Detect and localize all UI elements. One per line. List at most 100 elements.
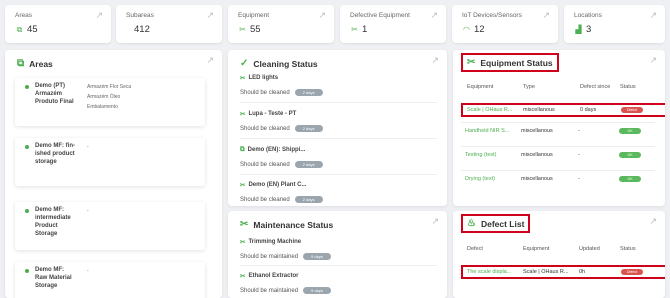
list-item[interactable]: ✂ Trimming Machine Should be maintained 9 … [240,238,445,260]
item-status: Should be cleaned [240,125,290,132]
area-card[interactable]: Demo MF: fin-ished product storage - [15,138,205,186]
area-name: Demo MF: Raw Material Storage [35,267,72,289]
defective-equipment-icon: ✂ [351,25,358,34]
stat-card-defective-equipment[interactable]: Defective Equipment ✂ 1 ↗ [340,5,446,43]
table-row[interactable]: Drying (test) miscellanous - OK [461,174,665,188]
days-pill: 9 days [303,253,331,260]
subarea-label: - [87,144,89,150]
days-pill: 2 days [294,89,323,96]
stat-value: 412 [134,24,150,35]
item-name: Lupa - Teste - PT [248,111,297,117]
check-icon: ✓ [240,58,249,69]
area-name: Demo MF: intermediate Product Storage [35,207,71,237]
tools-icon: ✂ [240,219,249,230]
list-item[interactable]: ⧉ Demo (EN): Shippi... Should be cleaned 2… [240,146,445,168]
column-header: Defect [467,246,483,252]
column-header: Equipment [523,246,550,252]
table-row[interactable]: Scale | OHaus R... miscellanous 0 days D… [461,103,665,117]
item-name: Ethanol Extractor [248,273,299,279]
item-status: Should be cleaned [240,196,290,203]
status-dot [25,269,29,273]
status-badge: Defect [621,107,643,113]
area-name: Demo MF: fin-ished product storage [35,143,75,165]
area-name: Demo (PT) Armazém Produto Final [35,83,74,105]
table-row[interactable]: Handheld NIR S... miscellanous - OK [461,126,665,140]
panel-title: Cleaning Status [253,58,318,69]
wrench-icon: ✂ [240,239,246,246]
external-link-icon[interactable]: ↗ [430,11,438,20]
external-link-icon[interactable]: ↗ [431,217,439,226]
lightbulb-icon: ♨ [467,218,476,229]
equipment-icon: ✂ [239,25,246,34]
stat-label: Equipment [238,12,270,19]
cleaning-status-panel: ✓ Cleaning Status ↗ ✂ LED lights Should be… [228,50,447,206]
status-badge: OK [619,128,641,134]
list-item[interactable]: ✂ Lupa - Teste - PT Should be cleaned 2 da… [240,110,445,132]
subarea-label: Armazém Flor Seca [87,84,132,90]
wrench-icon: ✂ [240,182,246,189]
equipment-link[interactable]: Handheld NIR S... [465,128,509,134]
defect-equipment: Scale | OHaus R... [523,269,569,275]
item-name: Demo (EN): Shippi... [247,147,306,153]
defect-link[interactable]: The scale displa... [467,269,511,275]
equipment-type: miscellanous [523,107,555,113]
stat-value: 55 [250,24,261,35]
external-link-icon[interactable]: ↗ [542,11,550,20]
divider [240,265,437,266]
item-status: Should be cleaned [240,161,290,168]
external-link-icon[interactable]: ↗ [318,11,326,20]
equipment-link[interactable]: Drying (test) [465,176,495,182]
stat-label: Locations [574,12,602,19]
stat-card-locations[interactable]: Locations ▟ 3 ↗ [564,5,665,43]
defect-since: - [578,128,580,134]
area-card[interactable]: Demo MF: Raw Material Storage - [15,262,205,298]
external-link-icon[interactable]: ↗ [431,56,439,65]
factory-icon: ▟ [575,25,582,34]
stat-label: IoT Devices/Sensors [462,12,522,19]
external-link-icon[interactable]: ↗ [206,56,214,65]
equipment-link[interactable]: Testing (test) [465,152,496,158]
stat-value: 45 [27,24,38,35]
external-link-icon[interactable]: ↗ [206,11,214,20]
areas-icon: ⧉ [17,58,25,69]
tools-icon: ✂ [467,57,476,68]
list-item[interactable]: ✂ Demo (EN) Plant C... Should be cleaned 2… [240,181,445,203]
stat-card-equipment[interactable]: Equipment ✂ 55 ↗ [228,5,334,43]
divider [461,122,655,123]
equipment-link[interactable]: Scale | OHaus R... [467,107,512,113]
status-dot [25,85,29,89]
status-badge: OK [619,152,641,158]
list-item[interactable]: ✂ LED lights Should be cleaned 2 days [240,74,445,96]
column-header: Status [620,246,636,252]
external-link-icon[interactable]: ↗ [649,56,657,65]
stat-card-areas[interactable]: Areas ⧉ 45 ↗ [5,5,111,43]
external-link-icon[interactable]: ↗ [649,217,657,226]
item-status: Should be maintained [240,253,299,260]
panel-title: Equipment Status [480,57,553,68]
status-badge: OK [619,176,641,182]
defect-list-panel: ♨ Defect List ↗ Defect Equipment Updated … [453,211,665,298]
defect-updated: 0h [579,269,586,275]
panel-title: Areas [29,58,53,69]
area-card[interactable]: Demo MF: intermediate Product Storage - [15,202,205,250]
column-header: Updated [579,246,600,252]
external-link-icon[interactable]: ↗ [95,11,103,20]
table-row[interactable]: Testing (test) miscellanous - OK [461,150,665,164]
stat-card-subareas[interactable]: Subareas 412 ↗ [116,5,222,43]
table-row[interactable]: The scale displa... Scale | OHaus R... 0… [461,265,665,279]
item-name: Trimming Machine [248,239,302,245]
panel-title: Defect List [480,218,525,229]
equipment-type: miscellanous [521,128,553,134]
stat-card-iot-devices[interactable]: IoT Devices/Sensors ◠ 12 ↗ [452,5,558,43]
item-status: Should be maintained [240,287,299,294]
column-header: Status [620,84,636,90]
item-name: LED lights [248,75,279,81]
area-card[interactable]: Demo (PT) Armazém Produto Final Armazém … [15,78,205,126]
external-link-icon[interactable]: ↗ [649,11,657,20]
column-header: Defect since [580,84,611,90]
defect-since: - [578,176,580,182]
list-item[interactable]: ✂ Ethanol Extractor Should be maintained 9… [240,272,445,294]
item-name: Demo (EN) Plant C... [248,182,307,188]
equipment-status-panel: ✂ Equipment Status ↗ Equipment Type Defec… [453,50,665,206]
areas-panel: ⧉ Areas ↗ Demo (PT) Armazém Produto Final… [5,50,222,298]
